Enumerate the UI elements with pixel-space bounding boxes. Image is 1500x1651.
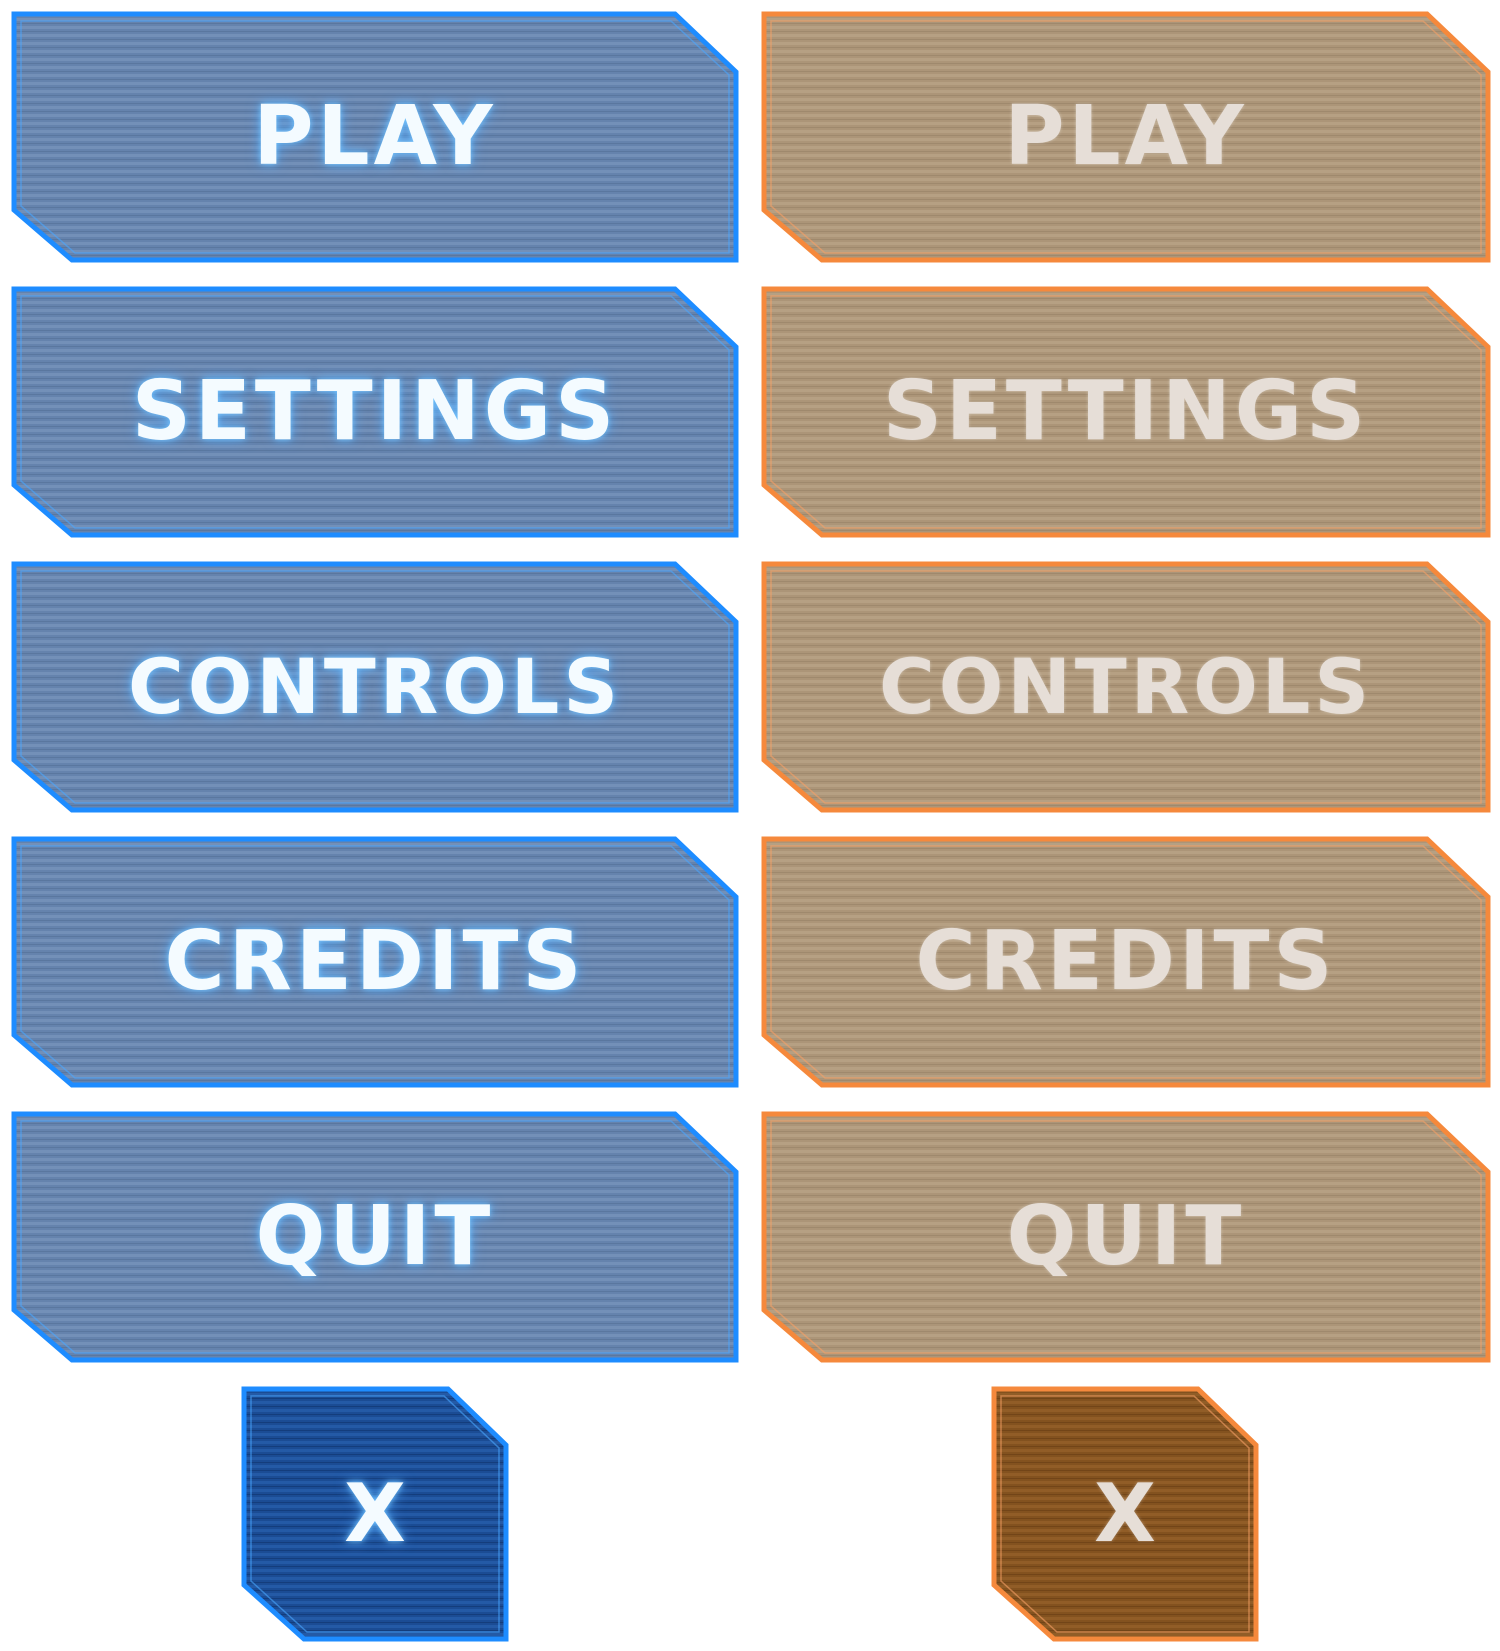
- close-button-blue[interactable]: X: [240, 1385, 510, 1643]
- quit-button-blue[interactable]: QUIT: [10, 1110, 740, 1364]
- button-frame: [10, 285, 740, 539]
- credits-button-blue[interactable]: CREDITS: [10, 835, 740, 1089]
- button-frame: [990, 1385, 1260, 1643]
- settings-button-orange[interactable]: SETTINGS: [760, 285, 1492, 539]
- button-frame: [10, 10, 740, 264]
- button-frame: [10, 835, 740, 1089]
- settings-button-blue[interactable]: SETTINGS: [10, 285, 740, 539]
- controls-button-blue[interactable]: CONTROLS: [10, 560, 740, 814]
- button-frame: [760, 1110, 1492, 1364]
- credits-button-orange[interactable]: CREDITS: [760, 835, 1492, 1089]
- play-button-orange[interactable]: PLAY: [760, 10, 1492, 264]
- button-frame: [10, 1110, 740, 1364]
- quit-button-orange[interactable]: QUIT: [760, 1110, 1492, 1364]
- play-button-blue[interactable]: PLAY: [10, 10, 740, 264]
- button-frame: [760, 560, 1492, 814]
- button-frame: [760, 835, 1492, 1089]
- button-frame: [760, 285, 1492, 539]
- button-frame: [240, 1385, 510, 1643]
- button-frame: [10, 560, 740, 814]
- button-frame: [760, 10, 1492, 264]
- close-button-orange[interactable]: X: [990, 1385, 1260, 1643]
- controls-button-orange[interactable]: CONTROLS: [760, 560, 1492, 814]
